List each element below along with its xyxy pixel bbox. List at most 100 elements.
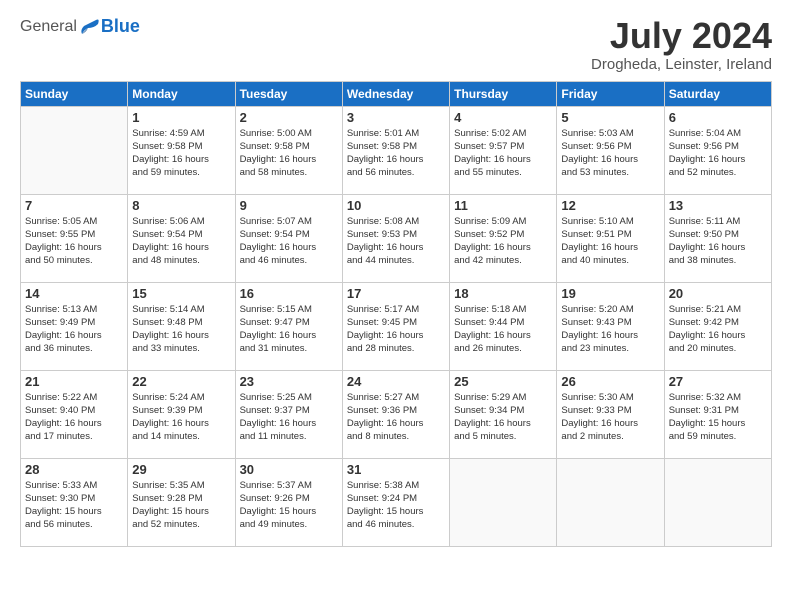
day-info: Sunrise: 5:07 AM Sunset: 9:54 PM Dayligh… [240,215,338,268]
day-info: Sunrise: 5:13 AM Sunset: 9:49 PM Dayligh… [25,303,123,356]
table-row: 25 Sunrise: 5:29 AM Sunset: 9:34 PM Dayli… [450,370,557,458]
table-row: 18Sunrise: 5:18 AM Sunset: 9:44 PM Dayli… [450,282,557,370]
table-row [21,106,128,194]
logo-general-text: General [20,18,77,36]
day-number: 2 [240,110,338,125]
day-info: Sunrise: 5:15 AM Sunset: 9:47 PM Dayligh… [240,303,338,356]
table-row: 21 Sunrise: 5:22 AM Sunset: 9:40 PM Dayli… [21,370,128,458]
day-info: Sunrise: 5:21 AM Sunset: 9:42 PM Dayligh… [669,303,767,356]
day-info: Sunrise: 5:35 AM Sunset: 9:28 PM Dayligh… [132,479,230,532]
col-saturday: Saturday [664,81,771,106]
day-number: 4 [454,110,552,125]
col-tuesday: Tuesday [235,81,342,106]
header: General Blue July 2024 Drogheda, Leinste… [20,16,772,73]
day-number: 27 [669,374,767,389]
day-number: 31 [347,462,445,477]
day-number: 19 [561,286,659,301]
table-row: 23 Sunrise: 5:25 AM Sunset: 9:37 PM Dayli… [235,370,342,458]
day-info: Sunrise: 5:09 AM Sunset: 9:52 PM Dayligh… [454,215,552,268]
table-row [450,458,557,546]
day-number: 23 [240,374,338,389]
table-row: 15Sunrise: 5:14 AM Sunset: 9:48 PM Dayli… [128,282,235,370]
table-row: 24 Sunrise: 5:27 AM Sunset: 9:36 PM Dayli… [342,370,449,458]
day-info: Sunrise: 5:17 AM Sunset: 9:45 PM Dayligh… [347,303,445,356]
day-info: Sunrise: 5:05 AM Sunset: 9:55 PM Dayligh… [25,215,123,268]
day-number: 1 [132,110,230,125]
calendar-week-row: 14 Sunrise: 5:13 AM Sunset: 9:49 PM Dayli… [21,282,772,370]
table-row: 3 Sunrise: 5:01 AM Sunset: 9:58 PM Daylig… [342,106,449,194]
col-monday: Monday [128,81,235,106]
day-info: Sunrise: 5:08 AM Sunset: 9:53 PM Dayligh… [347,215,445,268]
table-row: 14 Sunrise: 5:13 AM Sunset: 9:49 PM Dayli… [21,282,128,370]
day-number: 11 [454,198,552,213]
day-number: 10 [347,198,445,213]
table-row: 28Sunrise: 5:33 AM Sunset: 9:30 PM Dayli… [21,458,128,546]
day-number: 22 [132,374,230,389]
table-row [557,458,664,546]
day-number: 24 [347,374,445,389]
day-number: 14 [25,286,123,301]
table-row: 22Sunrise: 5:24 AM Sunset: 9:39 PM Dayli… [128,370,235,458]
calendar-week-row: 21 Sunrise: 5:22 AM Sunset: 9:40 PM Dayli… [21,370,772,458]
col-sunday: Sunday [21,81,128,106]
day-info: Sunrise: 5:25 AM Sunset: 9:37 PM Dayligh… [240,391,338,444]
day-info: Sunrise: 5:33 AM Sunset: 9:30 PM Dayligh… [25,479,123,532]
table-row: 5Sunrise: 5:03 AM Sunset: 9:56 PM Daylig… [557,106,664,194]
day-info: Sunrise: 5:20 AM Sunset: 9:43 PM Dayligh… [561,303,659,356]
table-row: 19 Sunrise: 5:20 AM Sunset: 9:43 PM Dayli… [557,282,664,370]
day-info: Sunrise: 5:27 AM Sunset: 9:36 PM Dayligh… [347,391,445,444]
table-row: 10 Sunrise: 5:08 AM Sunset: 9:53 PM Dayli… [342,194,449,282]
table-row: 6Sunrise: 5:04 AM Sunset: 9:56 PM Daylig… [664,106,771,194]
table-row: 29Sunrise: 5:35 AM Sunset: 9:28 PM Dayli… [128,458,235,546]
day-number: 3 [347,110,445,125]
logo-blue-text: Blue [101,16,140,37]
day-number: 21 [25,374,123,389]
day-info: Sunrise: 5:29 AM Sunset: 9:34 PM Dayligh… [454,391,552,444]
day-info: Sunrise: 5:00 AM Sunset: 9:58 PM Dayligh… [240,127,338,180]
table-row: 30 Sunrise: 5:37 AM Sunset: 9:26 PM Dayli… [235,458,342,546]
title-block: July 2024 Drogheda, Leinster, Ireland [591,16,772,73]
day-info: Sunrise: 5:01 AM Sunset: 9:58 PM Dayligh… [347,127,445,180]
table-row: 20 Sunrise: 5:21 AM Sunset: 9:42 PM Dayli… [664,282,771,370]
table-row: 7 Sunrise: 5:05 AM Sunset: 9:55 PM Daylig… [21,194,128,282]
col-wednesday: Wednesday [342,81,449,106]
table-row: 17Sunrise: 5:17 AM Sunset: 9:45 PM Dayli… [342,282,449,370]
table-row [664,458,771,546]
day-info: Sunrise: 5:11 AM Sunset: 9:50 PM Dayligh… [669,215,767,268]
table-row: 13Sunrise: 5:11 AM Sunset: 9:50 PM Dayli… [664,194,771,282]
day-info: Sunrise: 5:22 AM Sunset: 9:40 PM Dayligh… [25,391,123,444]
day-info: Sunrise: 5:03 AM Sunset: 9:56 PM Dayligh… [561,127,659,180]
day-info: Sunrise: 5:18 AM Sunset: 9:44 PM Dayligh… [454,303,552,356]
page: General Blue July 2024 Drogheda, Leinste… [0,0,792,612]
calendar-table: Sunday Monday Tuesday Wednesday Thursday… [20,81,772,547]
day-number: 30 [240,462,338,477]
day-info: Sunrise: 5:14 AM Sunset: 9:48 PM Dayligh… [132,303,230,356]
table-row: 8 Sunrise: 5:06 AM Sunset: 9:54 PM Daylig… [128,194,235,282]
table-row: 26Sunrise: 5:30 AM Sunset: 9:33 PM Dayli… [557,370,664,458]
day-number: 16 [240,286,338,301]
day-number: 26 [561,374,659,389]
location: Drogheda, Leinster, Ireland [591,56,772,73]
day-number: 12 [561,198,659,213]
col-friday: Friday [557,81,664,106]
table-row: 27Sunrise: 5:32 AM Sunset: 9:31 PM Dayli… [664,370,771,458]
day-info: Sunrise: 5:37 AM Sunset: 9:26 PM Dayligh… [240,479,338,532]
logo: General Blue [20,16,140,37]
day-info: Sunrise: 5:38 AM Sunset: 9:24 PM Dayligh… [347,479,445,532]
day-number: 20 [669,286,767,301]
calendar-header-row: Sunday Monday Tuesday Wednesday Thursday… [21,81,772,106]
table-row: 16 Sunrise: 5:15 AM Sunset: 9:47 PM Dayli… [235,282,342,370]
col-thursday: Thursday [450,81,557,106]
day-info: Sunrise: 5:06 AM Sunset: 9:54 PM Dayligh… [132,215,230,268]
day-info: Sunrise: 5:02 AM Sunset: 9:57 PM Dayligh… [454,127,552,180]
calendar-week-row: 28Sunrise: 5:33 AM Sunset: 9:30 PM Dayli… [21,458,772,546]
day-info: Sunrise: 5:04 AM Sunset: 9:56 PM Dayligh… [669,127,767,180]
logo-bird-icon [78,18,100,36]
table-row: 4 Sunrise: 5:02 AM Sunset: 9:57 PM Daylig… [450,106,557,194]
day-info: Sunrise: 5:10 AM Sunset: 9:51 PM Dayligh… [561,215,659,268]
table-row: 12 Sunrise: 5:10 AM Sunset: 9:51 PM Dayli… [557,194,664,282]
day-number: 8 [132,198,230,213]
table-row: 31 Sunrise: 5:38 AM Sunset: 9:24 PM Dayli… [342,458,449,546]
day-number: 25 [454,374,552,389]
day-number: 7 [25,198,123,213]
